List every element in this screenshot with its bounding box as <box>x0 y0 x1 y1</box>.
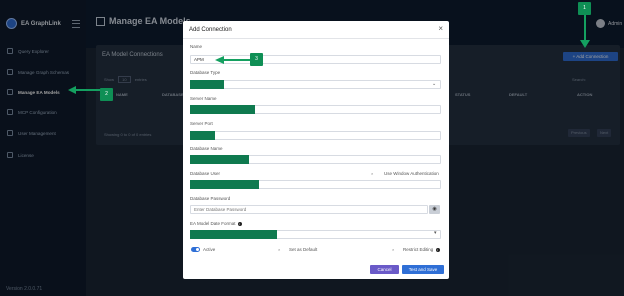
annotation-arrow-head <box>580 40 590 48</box>
server-port-label: Server Port <box>190 121 213 126</box>
restrict-editing-label[interactable]: Restrict Editing i <box>403 247 440 252</box>
annotation-arrow-head <box>68 86 76 94</box>
redacted-block <box>190 131 215 140</box>
active-toggle[interactable] <box>191 247 200 252</box>
info-icon[interactable]: i <box>435 247 440 252</box>
server-name-label: Server Name <box>190 96 217 101</box>
modal-header: Add Connection × <box>183 21 449 39</box>
modal-title: Add Connection <box>189 27 232 33</box>
windows-auth-label[interactable]: Use Window Authentication <box>384 171 439 176</box>
date-format-label-text: EA Model Date Format <box>190 221 236 226</box>
chevron-down-icon: ⌄ <box>432 81 437 87</box>
db-type-label: Database Type <box>190 70 221 75</box>
close-icon: × <box>392 247 395 252</box>
annotation-arrow-shaft <box>224 59 250 61</box>
restrict-editing-text: Restrict Editing <box>403 247 434 252</box>
chevron-down-icon: ▾ <box>434 230 437 236</box>
info-icon[interactable]: i <box>237 221 242 226</box>
redacted-block <box>190 105 255 114</box>
close-icon[interactable]: × <box>438 25 443 33</box>
database-password-input[interactable] <box>190 205 428 214</box>
annotation-badge-1: 1 <box>578 2 591 15</box>
redacted-block <box>190 180 259 189</box>
close-icon: × <box>278 247 281 252</box>
date-format-label: EA Model Date Format i <box>190 221 242 226</box>
annotation-arrow-head <box>215 56 224 64</box>
redacted-block <box>190 80 224 89</box>
redacted-block <box>190 230 277 239</box>
close-icon: × <box>371 171 374 176</box>
set-default-label[interactable]: Set as Default <box>289 247 317 252</box>
active-label: Active <box>203 247 216 252</box>
database-user-label: Database User <box>190 171 221 176</box>
database-password-label: Database Password <box>190 196 231 201</box>
redacted-block <box>190 155 249 164</box>
test-and-save-button[interactable]: Test and Save <box>402 265 444 274</box>
cancel-button[interactable]: Cancel <box>370 265 399 274</box>
annotation-badge-3: 3 <box>250 53 263 66</box>
server-port-input[interactable] <box>190 131 441 140</box>
db-type-select[interactable] <box>190 80 441 89</box>
annotation-badge-2: 2 <box>100 88 113 101</box>
annotation-arrow-shaft <box>76 89 100 91</box>
database-name-label: Database Name <box>190 146 223 151</box>
eye-icon[interactable]: ◉ <box>429 205 440 214</box>
name-label: Name <box>190 44 203 49</box>
annotation-arrow-shaft <box>584 15 586 41</box>
